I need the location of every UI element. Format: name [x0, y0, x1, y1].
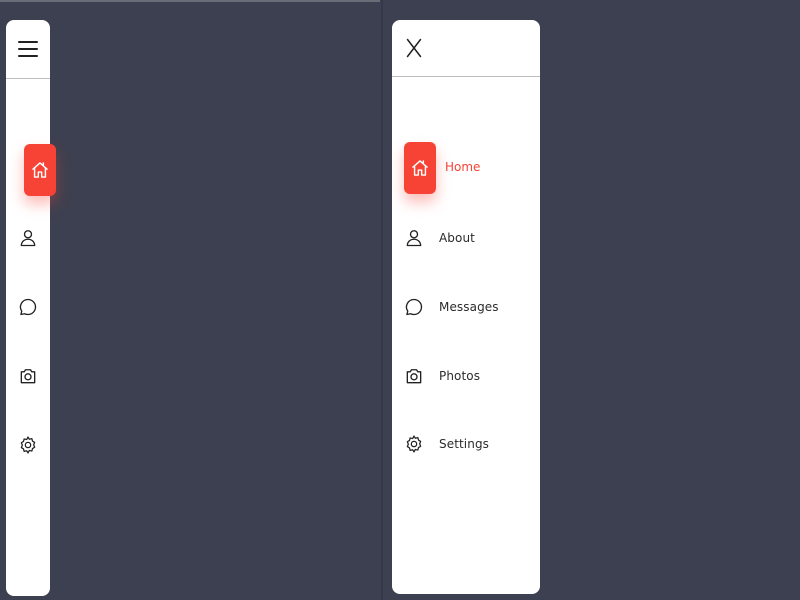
nav-label-home[interactable]: Home	[445, 160, 480, 174]
collapsed-nav-item-home[interactable]	[24, 144, 56, 196]
collapsed-sidebar-header	[6, 20, 50, 79]
expanded-nav-item-about[interactable]: About	[392, 212, 540, 264]
camera-icon	[406, 369, 422, 384]
close-icon[interactable]	[406, 38, 422, 58]
gear-icon	[20, 436, 36, 454]
collapsed-nav-item-about[interactable]	[6, 212, 50, 264]
user-icon	[406, 230, 422, 247]
hamburger-menu-icon[interactable]	[18, 41, 38, 57]
home-icon	[412, 160, 428, 176]
expanded-nav-item-photos[interactable]: Photos	[392, 350, 540, 402]
chat-bubble-icon	[405, 298, 423, 316]
stage-divider	[381, 0, 383, 600]
gear-icon	[406, 435, 422, 453]
nav-label-messages: Messages	[439, 300, 499, 314]
home-icon	[32, 162, 48, 178]
nav-label-photos: Photos	[439, 369, 481, 383]
demo-stage: About Messages Photos Settings Home	[0, 0, 800, 600]
expanded-sidebar-header	[392, 20, 540, 77]
user-icon	[20, 230, 36, 247]
collapsed-sidebar	[6, 20, 50, 596]
expanded-nav-item-messages[interactable]: Messages	[392, 281, 540, 333]
expanded-nav-item-settings[interactable]: Settings	[392, 418, 540, 470]
collapsed-nav-item-settings[interactable]	[6, 419, 50, 471]
chat-bubble-icon	[19, 298, 37, 316]
nav-label-about: About	[439, 231, 475, 245]
expanded-nav-item-home[interactable]	[404, 142, 436, 194]
collapsed-nav-item-messages[interactable]	[6, 281, 50, 333]
collapsed-nav-item-photos[interactable]	[6, 350, 50, 402]
top-border-line	[0, 0, 380, 2]
camera-icon	[20, 369, 36, 384]
nav-label-settings: Settings	[439, 437, 490, 451]
expanded-sidebar: About Messages Photos Settings Home	[392, 20, 540, 594]
